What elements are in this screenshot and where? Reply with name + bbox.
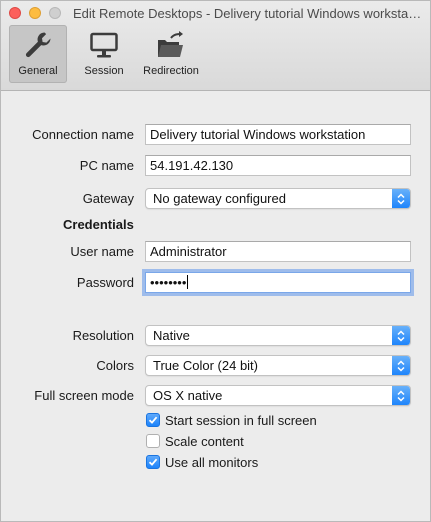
user-name-label: User name xyxy=(70,244,134,259)
pc-name-row: PC name 54.191.42.130 xyxy=(1,155,431,177)
tab-general-label: General xyxy=(18,65,58,77)
folder-redirect-icon xyxy=(158,31,183,57)
resolution-label: Resolution xyxy=(72,328,134,343)
colors-select[interactable]: True Color (24 bit) xyxy=(145,355,411,376)
resolution-select[interactable]: Native xyxy=(145,325,411,346)
tab-session-label: Session xyxy=(84,65,124,77)
scale-content-label: Scale content xyxy=(165,433,244,449)
gateway-label: Gateway xyxy=(82,191,134,206)
user-name-row: User name Administrator xyxy=(1,241,431,263)
password-field[interactable]: •••••••• xyxy=(145,272,411,293)
connection-name-row: Connection name Delivery tutorial Window… xyxy=(1,124,431,146)
gateway-row: Gateway No gateway configured xyxy=(1,188,431,210)
connection-name-field[interactable]: Delivery tutorial Windows workstation xyxy=(145,124,411,145)
full-screen-mode-select[interactable]: OS X native xyxy=(145,385,411,406)
use-all-monitors-checkbox[interactable] xyxy=(146,455,160,469)
gateway-value: No gateway configured xyxy=(153,191,286,206)
window-title: Edit Remote Desktops - Delivery tutorial… xyxy=(73,6,422,21)
toolbar: General Session Redirection xyxy=(9,25,209,83)
colors-row: Colors True Color (24 bit) xyxy=(1,355,431,377)
full-screen-mode-value: OS X native xyxy=(153,388,223,403)
window-controls xyxy=(9,7,61,19)
edit-remote-desktops-window: Edit Remote Desktops - Delivery tutorial… xyxy=(0,0,431,522)
full-screen-mode-label: Full screen mode xyxy=(34,388,134,403)
tab-session[interactable]: Session xyxy=(75,25,133,83)
password-value: •••••••• xyxy=(150,275,187,290)
tab-general[interactable]: General xyxy=(9,25,67,83)
start-fullscreen-checkbox-row[interactable]: Start session in full screen xyxy=(146,411,317,429)
text-caret xyxy=(187,275,189,289)
credentials-heading: Credentials xyxy=(63,217,134,232)
wrench-icon xyxy=(25,32,51,58)
resolution-row: Resolution Native xyxy=(1,325,431,347)
chevron-updown-icon xyxy=(392,356,410,375)
scale-content-checkbox[interactable] xyxy=(146,434,160,448)
full-screen-mode-row: Full screen mode OS X native xyxy=(1,385,431,407)
user-name-field[interactable]: Administrator xyxy=(145,241,411,262)
connection-name-label: Connection name xyxy=(32,127,134,142)
start-fullscreen-label: Start session in full screen xyxy=(165,412,317,428)
chevron-updown-icon xyxy=(392,386,410,405)
colors-value: True Color (24 bit) xyxy=(153,358,258,373)
use-all-monitors-checkbox-row[interactable]: Use all monitors xyxy=(146,453,258,471)
use-all-monitors-label: Use all monitors xyxy=(165,454,259,470)
password-label: Password xyxy=(76,275,134,290)
title-toolbar: Edit Remote Desktops - Delivery tutorial… xyxy=(1,1,430,91)
chevron-updown-icon xyxy=(392,326,410,345)
zoom-window-button[interactable] xyxy=(49,7,61,19)
tab-redirection-label: Redirection xyxy=(143,65,199,77)
password-row: Password •••••••• xyxy=(1,272,431,294)
checkmark-icon xyxy=(148,416,158,424)
checkmark-icon xyxy=(148,458,158,466)
minimize-window-button[interactable] xyxy=(29,7,41,19)
monitor-icon xyxy=(90,32,118,58)
pc-name-field[interactable]: 54.191.42.130 xyxy=(145,155,411,176)
gateway-select[interactable]: No gateway configured xyxy=(145,188,411,209)
tab-redirection[interactable]: Redirection xyxy=(141,25,201,83)
colors-label: Colors xyxy=(96,358,134,373)
start-fullscreen-checkbox[interactable] xyxy=(146,413,160,427)
resolution-value: Native xyxy=(153,328,190,343)
pc-name-label: PC name xyxy=(79,158,134,173)
close-window-button[interactable] xyxy=(9,7,21,19)
chevron-updown-icon xyxy=(392,189,410,208)
scale-content-checkbox-row[interactable]: Scale content xyxy=(146,432,244,450)
